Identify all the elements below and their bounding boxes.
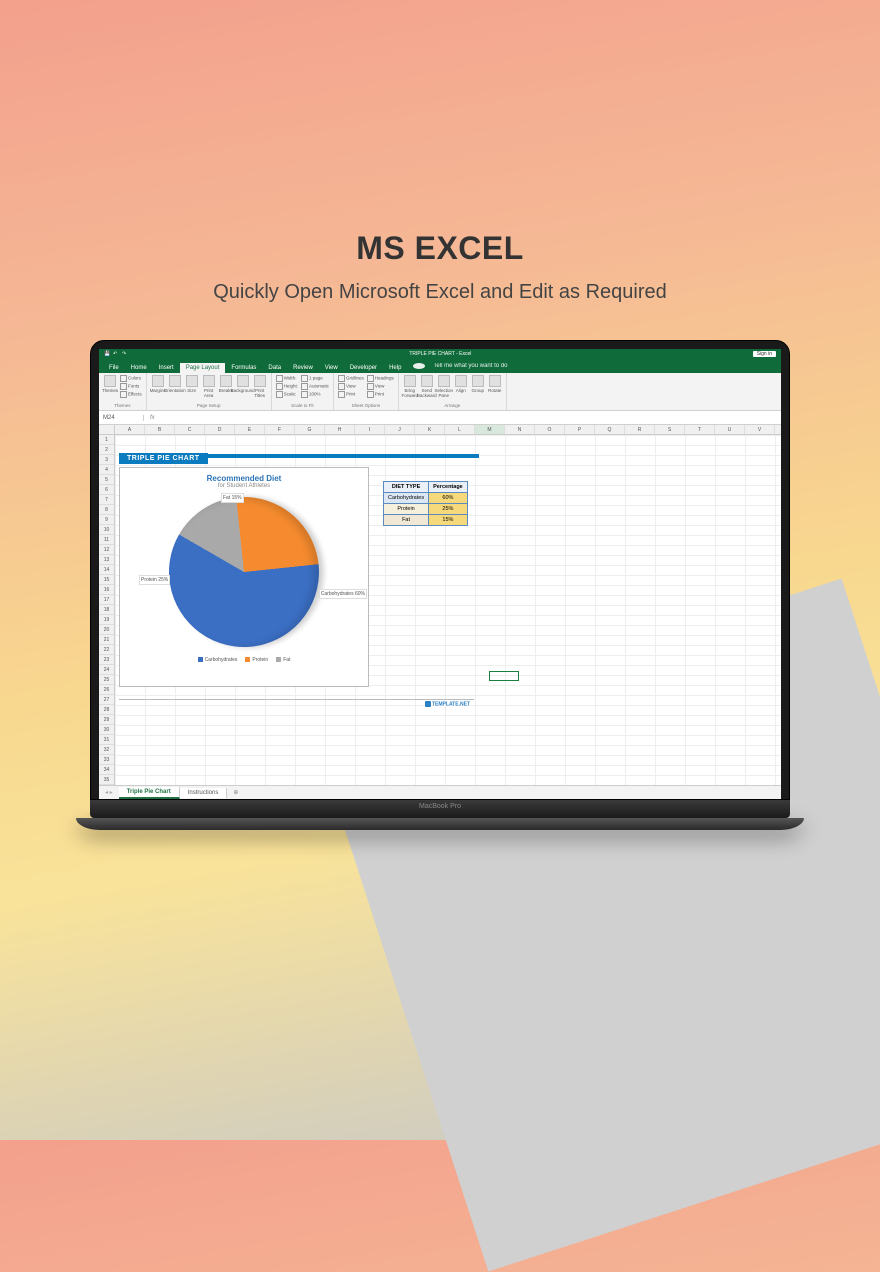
menu-formulas[interactable]: Formulas (225, 363, 262, 373)
window-title: TRIPLE PIE CHART - Excel (409, 351, 471, 357)
selection-pane-button[interactable]: Selection Pane (437, 375, 451, 398)
bulb-icon (413, 363, 425, 369)
ribbon-group-arrange: Bring Forward Send Backward Selection Pa… (399, 373, 507, 410)
ribbon-group-page-setup: Margins Orientation Size Print Area Brea… (147, 373, 272, 410)
pie-chart[interactable]: Recommended Diet for Student Athletes Fa… (119, 467, 369, 687)
page-subheading: Quickly Open Microsoft Excel and Edit as… (0, 281, 880, 304)
tell-me-label: Tell me what you want to do (427, 361, 513, 371)
group-label: Sheet Options (338, 402, 394, 408)
group-label: Scale to Fit (276, 402, 329, 408)
size-button[interactable]: Size (185, 375, 199, 393)
laptop-hinge: MacBook Pro (90, 800, 790, 818)
menu-review[interactable]: Review (287, 363, 319, 373)
background-button[interactable]: Background (236, 375, 250, 393)
margins-button[interactable]: Margins (151, 375, 165, 393)
th-pct: Percentage (429, 482, 468, 493)
title-bar: 💾 ↶ ↷ TRIPLE PIE CHART - Excel Sign in (99, 349, 781, 359)
tell-me-search[interactable]: Tell me what you want to do (407, 359, 519, 373)
redo-icon[interactable]: ↷ (122, 351, 128, 357)
ribbon-group-sheet-options: GridlinesViewPrint HeadingsViewPrint She… (334, 373, 399, 410)
headings-options[interactable]: HeadingsViewPrint (367, 375, 394, 398)
themes-button[interactable]: Themes (103, 375, 117, 393)
menu-file[interactable]: File (103, 363, 125, 373)
chart-subtitle: for Student Athletes (126, 483, 362, 489)
orientation-button[interactable]: Orientation (168, 375, 182, 393)
name-box[interactable]: M24 (99, 415, 144, 421)
tab-nav-prev[interactable]: ◂ ▸ (99, 789, 119, 796)
menu-help[interactable]: Help (383, 363, 407, 373)
select-all-corner[interactable] (99, 425, 115, 434)
ribbon: Themes ColorsFontsEffects Themes Margins… (99, 373, 781, 411)
menu-developer[interactable]: Developer (344, 363, 383, 373)
sign-in-button[interactable]: Sign in (753, 351, 776, 357)
align-button[interactable]: Align (454, 375, 468, 393)
sheet-banner: TRIPLE PIE CHART (119, 451, 479, 465)
data-label-protein: Protein 25% (139, 575, 170, 585)
th-type: DIET TYPE (384, 482, 429, 493)
print-titles-button[interactable]: Print Titles (253, 375, 267, 398)
add-sheet-button[interactable]: ⊕ (227, 789, 244, 796)
column-headers[interactable]: ABCDEFGHIJKLMNOPQRSTUV (99, 425, 781, 435)
data-table[interactable]: DIET TYPEPercentage Carbohydrates60% Pro… (383, 481, 468, 526)
laptop-mockup: 💾 ↶ ↷ TRIPLE PIE CHART - Excel Sign in F… (90, 340, 790, 830)
group-label: Page Setup (151, 402, 267, 408)
cell[interactable]: 25% (429, 504, 468, 515)
formula-bar: M24 fx (99, 411, 781, 425)
legend-carb: Carbohydrates (198, 657, 238, 663)
theme-options[interactable]: ColorsFontsEffects (120, 375, 142, 398)
send-backward-button[interactable]: Send Backward (420, 375, 434, 398)
device-label: MacBook Pro (419, 803, 461, 810)
cell-grid[interactable]: TRIPLE PIE CHART Recommended Diet for St… (115, 435, 781, 785)
save-icon[interactable]: 💾 (104, 351, 110, 357)
sheet-tabs: ◂ ▸ Triple Pie Chart Instructions ⊕ (99, 785, 781, 799)
menu-page-layout[interactable]: Page Layout (180, 363, 226, 373)
cell[interactable]: 15% (429, 515, 468, 526)
legend-protein: Protein (245, 657, 268, 663)
data-label-fat: Fat 15% (221, 493, 244, 503)
template-brand: TEMPLATE.NET (425, 701, 470, 707)
group-button[interactable]: Group (471, 375, 485, 393)
group-label: Arrange (403, 402, 502, 408)
scale-values[interactable]: 1 pageAutomatic100% (301, 375, 329, 398)
cell[interactable]: Carbohydrates (384, 493, 429, 504)
banner-title: TRIPLE PIE CHART (119, 453, 208, 464)
scale-controls[interactable]: Width:Height:Scale: (276, 375, 298, 398)
menu-bar: File Home Insert Page Layout Formulas Da… (99, 359, 781, 373)
ribbon-group-themes: Themes ColorsFontsEffects Themes (99, 373, 147, 410)
tab-triple-pie[interactable]: Triple Pie Chart (119, 787, 180, 799)
rotate-button[interactable]: Rotate (488, 375, 502, 393)
menu-insert[interactable]: Insert (153, 363, 180, 373)
tab-instructions[interactable]: Instructions (180, 788, 228, 798)
fx-icon[interactable]: fx (144, 415, 161, 421)
bring-forward-button[interactable]: Bring Forward (403, 375, 417, 398)
chart-legend: Carbohydrates Protein Fat (126, 657, 362, 663)
divider (119, 699, 474, 700)
chart-title: Recommended Diet (126, 474, 362, 483)
page-heading: MS EXCEL (0, 230, 880, 267)
pie-graphic (142, 470, 347, 675)
worksheet[interactable]: 1234567891011121314151617181920212223242… (99, 435, 781, 785)
menu-data[interactable]: Data (262, 363, 287, 373)
laptop-base (76, 818, 804, 830)
excel-window: 💾 ↶ ↷ TRIPLE PIE CHART - Excel Sign in F… (99, 349, 781, 799)
group-label: Themes (103, 402, 142, 408)
row-headers[interactable]: 1234567891011121314151617181920212223242… (99, 435, 115, 785)
ribbon-group-scale: Width:Height:Scale: 1 pageAutomatic100% … (272, 373, 334, 410)
gridlines-options[interactable]: GridlinesViewPrint (338, 375, 364, 398)
menu-home[interactable]: Home (125, 363, 153, 373)
cell[interactable]: 60% (429, 493, 468, 504)
banner-stripe (208, 454, 479, 458)
data-label-carb: Carbohydrates 60% (319, 589, 367, 599)
cell[interactable]: Fat (384, 515, 429, 526)
undo-icon[interactable]: ↶ (113, 351, 119, 357)
legend-fat: Fat (276, 657, 290, 663)
menu-view[interactable]: View (319, 363, 344, 373)
cell[interactable]: Protein (384, 504, 429, 515)
active-cell[interactable] (489, 671, 519, 681)
print-area-button[interactable]: Print Area (202, 375, 216, 398)
